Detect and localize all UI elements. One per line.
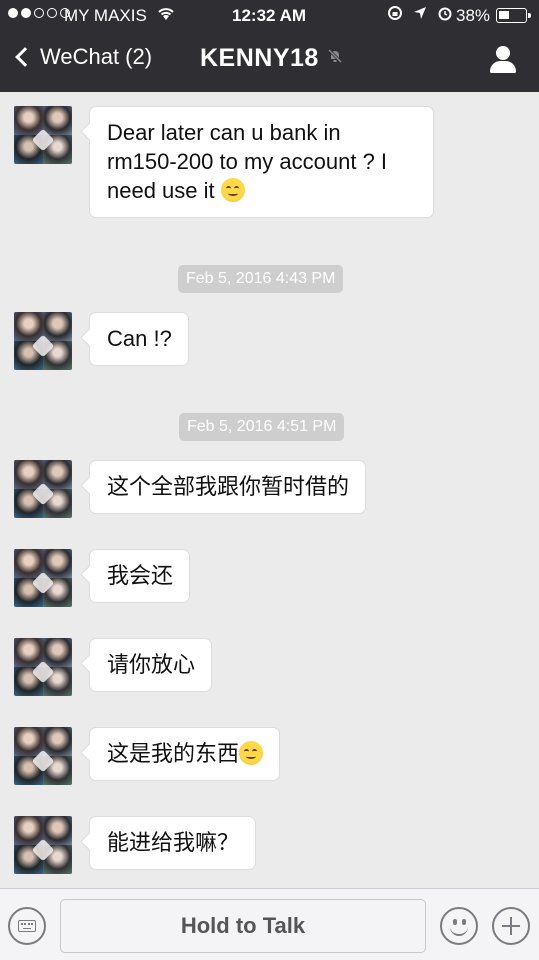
location-icon xyxy=(414,7,427,19)
timestamp: Feb 5, 2016 4:51 PM xyxy=(179,413,345,441)
message-text: 我会还 xyxy=(107,563,174,588)
message-text: need use it xyxy=(107,178,215,203)
message-text: Dear later can u bank in xyxy=(107,120,341,145)
top-bar: MY MAXIS 12:32 AM 38% WeChat (2) KENNY18 xyxy=(0,0,539,92)
message-bubble[interactable]: 我会还 xyxy=(89,549,191,603)
avatar[interactable] xyxy=(14,727,72,785)
message-bubble[interactable]: Can !? xyxy=(89,312,189,366)
chat-area[interactable]: Dear later can u bank in rm150-200 to my… xyxy=(0,92,539,888)
battery-icon xyxy=(496,8,531,23)
avatar[interactable] xyxy=(14,816,72,874)
message-bubble[interactable]: Dear later can u bank in rm150-200 to my… xyxy=(89,106,434,218)
message-bubble[interactable]: 这个全部我跟你暂时借的 xyxy=(89,460,367,514)
avatar[interactable] xyxy=(14,638,72,696)
chevron-left-icon xyxy=(15,47,35,67)
message-text: 能进给我嘛？ xyxy=(107,830,240,855)
clock: 12:32 AM xyxy=(232,6,307,25)
nav-bar: WeChat (2) KENNY18 xyxy=(0,32,539,92)
smiling-face-emoji xyxy=(220,178,245,202)
contact-name: KENNY18 xyxy=(200,44,319,72)
hold-to-talk-button[interactable]: Hold to Talk xyxy=(60,899,426,953)
input-bar: Hold to Talk xyxy=(0,888,539,960)
status-bar: MY MAXIS 12:32 AM 38% xyxy=(0,0,539,32)
message-text: 这个全部我跟你暂时借的 xyxy=(107,474,350,499)
message-text: 请你放心 xyxy=(107,652,196,677)
message-text: 这是我的东西 xyxy=(107,741,240,766)
alarm-icon xyxy=(438,7,452,21)
message-bubble[interactable]: 这是我的东西 xyxy=(89,727,281,781)
avatar[interactable] xyxy=(14,312,72,370)
timestamp: Feb 5, 2016 4:43 PM xyxy=(178,265,344,293)
bell-slash-icon xyxy=(327,48,343,69)
wifi-icon xyxy=(156,5,176,26)
back-button[interactable]: WeChat (2) xyxy=(12,44,152,70)
status-icons xyxy=(386,5,453,26)
avatar[interactable] xyxy=(14,549,72,607)
avatar[interactable] xyxy=(14,460,72,518)
signal-strength-icon xyxy=(8,8,70,18)
message-text: rm150-200 to my account ? I xyxy=(107,149,388,174)
message-bubble[interactable]: 请你放心 xyxy=(89,638,213,692)
message-bubble[interactable]: 能进给我嘛？ xyxy=(89,816,257,870)
back-label: WeChat (2) xyxy=(40,44,153,69)
rotation-lock-icon xyxy=(388,6,402,20)
message-text: Can !? xyxy=(107,326,172,351)
avatar[interactable] xyxy=(14,106,72,164)
person-icon[interactable] xyxy=(488,46,518,76)
keyboard-icon[interactable] xyxy=(8,907,46,945)
battery-percent: 38% xyxy=(456,6,491,25)
smiley-icon[interactable] xyxy=(440,907,478,945)
plus-icon[interactable] xyxy=(492,907,530,945)
carrier-name: MY MAXIS xyxy=(64,6,147,25)
chat-title: KENNY18 xyxy=(200,44,343,73)
smiling-face-emoji xyxy=(239,741,264,765)
